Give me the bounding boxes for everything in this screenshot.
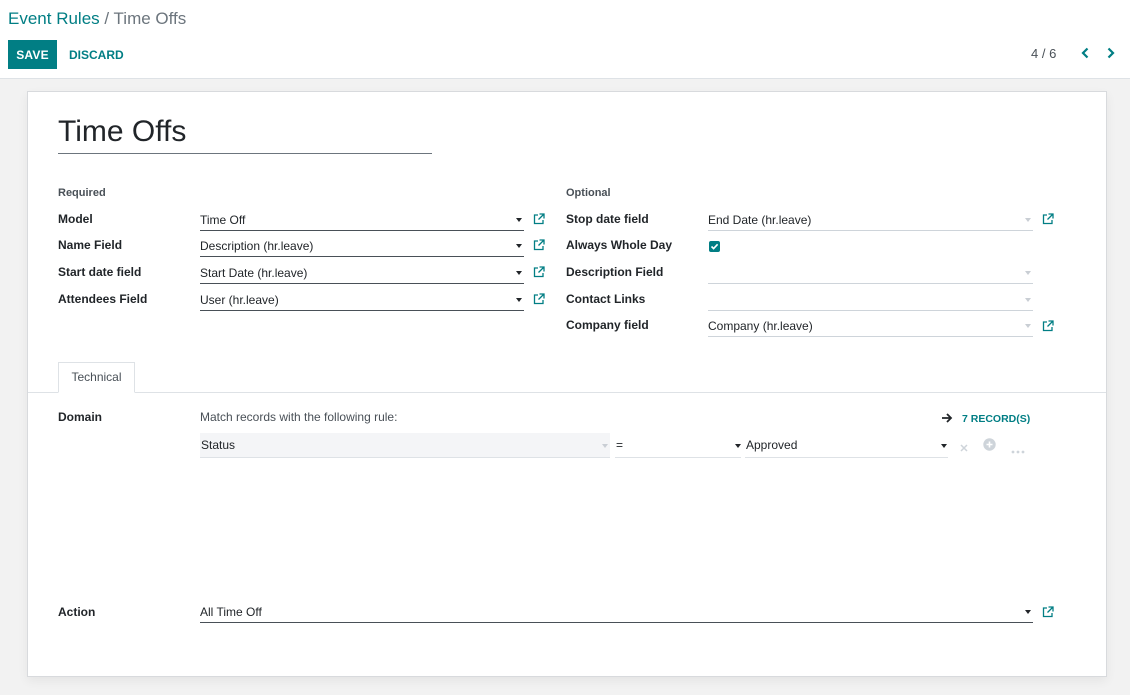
caret-down-icon	[516, 218, 522, 222]
domain-value-select[interactable]: Approved	[745, 433, 948, 458]
domain-description: Match records with the following rule:	[200, 410, 398, 424]
attendees-field-select[interactable]: User (hr.leave)	[200, 290, 524, 311]
breadcrumb-separator: /	[99, 9, 114, 28]
caret-down-icon	[735, 444, 741, 448]
pager-value[interactable]: 4 / 6	[1031, 46, 1056, 61]
caret-down-icon	[516, 271, 522, 275]
name-field-select[interactable]: Description (hr.leave)	[200, 236, 524, 257]
model-label: Model	[58, 212, 93, 226]
chevron-left-icon	[1081, 47, 1089, 59]
action-external-link-icon[interactable]	[1042, 606, 1054, 618]
action-value: All Time Off	[200, 605, 262, 619]
more-options-icon[interactable]	[1011, 442, 1025, 457]
caret-down-icon	[1025, 324, 1031, 328]
required-group-title: Required	[58, 187, 106, 199]
breadcrumb-current: Time Offs	[113, 9, 187, 28]
add-rule-icon[interactable]	[983, 438, 996, 454]
model-value: Time Off	[200, 213, 246, 227]
company-field-label: Company field	[566, 318, 649, 332]
description-field-label: Description Field	[566, 265, 664, 279]
control-panel: Event Rules / Time Offs SAVE DISCARD 4 /…	[0, 0, 1130, 79]
attendees-field-external-link-icon[interactable]	[533, 293, 545, 305]
action-label: Action	[58, 605, 96, 619]
tab-technical[interactable]: Technical	[58, 362, 135, 393]
start-date-field-value: Start Date (hr.leave)	[200, 266, 308, 280]
caret-down-icon	[1025, 271, 1031, 275]
caret-down-icon	[516, 298, 522, 302]
domain-path-value: Status	[201, 438, 236, 452]
domain-path-select[interactable]: Status	[200, 433, 610, 458]
start-date-field-select[interactable]: Start Date (hr.leave)	[200, 263, 524, 284]
discard-button[interactable]: DISCARD	[65, 40, 128, 69]
caret-down-icon	[1025, 298, 1031, 302]
start-date-field-external-link-icon[interactable]	[533, 266, 545, 278]
arrow-right-icon	[942, 413, 953, 423]
domain-operator-select[interactable]: =	[615, 433, 741, 458]
action-select[interactable]: All Time Off	[200, 602, 1033, 623]
caret-down-icon	[1025, 218, 1031, 222]
breadcrumb: Event Rules / Time Offs	[8, 9, 186, 29]
company-field-value: Company (hr.leave)	[708, 319, 813, 333]
form-sheet: Time Offs Required Model Time Off Name F…	[27, 91, 1107, 677]
always-whole-day-checkbox[interactable]	[709, 241, 720, 252]
caret-down-icon	[941, 444, 947, 448]
contact-links-label: Contact Links	[566, 292, 646, 306]
optional-group-title: Optional	[566, 187, 611, 199]
checkmark-icon	[710, 243, 719, 250]
caret-down-icon	[602, 444, 608, 448]
start-date-field-label: Start date field	[58, 265, 142, 279]
caret-down-icon	[1025, 610, 1031, 614]
company-field-select[interactable]: Company (hr.leave)	[708, 316, 1033, 337]
description-field-select[interactable]	[708, 263, 1033, 284]
chevron-right-icon	[1107, 47, 1115, 59]
stop-date-field-external-link-icon[interactable]	[1042, 213, 1054, 225]
name-field-external-link-icon[interactable]	[533, 239, 545, 251]
caret-down-icon	[516, 244, 522, 248]
domain-records-count: 7 RECORD(S)	[962, 413, 1031, 425]
pager-previous-button[interactable]	[1077, 44, 1093, 62]
model-select[interactable]: Time Off	[200, 210, 524, 231]
model-external-link-icon[interactable]	[533, 213, 545, 225]
domain-value-value: Approved	[746, 438, 798, 452]
domain-label: Domain	[58, 410, 103, 424]
stop-date-field-value: End Date (hr.leave)	[708, 213, 812, 227]
attendees-field-value: User (hr.leave)	[200, 293, 279, 307]
pager-next-button[interactable]	[1103, 44, 1119, 62]
save-button[interactable]: SAVE	[8, 40, 57, 69]
notebook-tabs-divider	[28, 392, 1106, 393]
delete-rule-icon[interactable]	[959, 441, 969, 456]
domain-operator-value: =	[616, 438, 624, 452]
breadcrumb-parent-link[interactable]: Event Rules	[8, 9, 100, 28]
record-title-input[interactable]: Time Offs	[58, 116, 432, 154]
stop-date-field-label: Stop date field	[566, 212, 649, 226]
name-field-label: Name Field	[58, 238, 123, 252]
company-field-external-link-icon[interactable]	[1042, 320, 1054, 332]
stop-date-field-select[interactable]: End Date (hr.leave)	[708, 210, 1033, 231]
always-whole-day-label: Always Whole Day	[566, 238, 673, 252]
attendees-field-label: Attendees Field	[58, 292, 148, 306]
contact-links-select[interactable]	[708, 290, 1033, 311]
name-field-value: Description (hr.leave)	[200, 239, 314, 253]
